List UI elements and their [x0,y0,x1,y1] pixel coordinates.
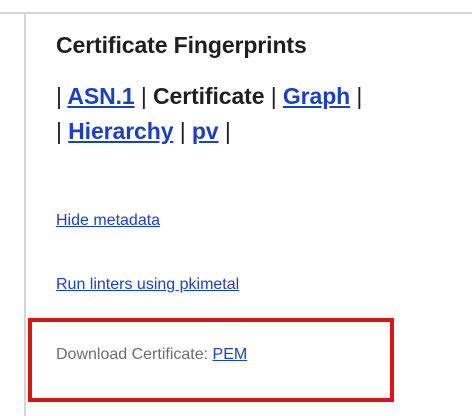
section-title: Certificate Fingerprints [56,32,307,58]
pem-download-link[interactable]: PEM [213,346,248,363]
download-label: Download Certificate: [56,346,209,363]
nav-separator: | [179,118,186,144]
nav-link-hierarchy[interactable]: Hierarchy [68,118,173,144]
top-divider [0,12,472,14]
nav-separator: | [270,83,277,109]
nav-link-graph[interactable]: Graph [283,83,350,109]
run-linters-link[interactable]: Run linters using pkimetal [56,276,239,294]
nav-separator: | [140,83,147,109]
nav-current-certificate: Certificate [153,83,265,109]
nav-separator: | [56,83,62,109]
nav-separator: | [356,83,363,109]
nav-separator: | [224,118,231,144]
nav-link-pv[interactable]: pv [192,118,219,144]
nav-separator: | [56,118,62,144]
hide-metadata-link[interactable]: Hide metadata [56,212,160,230]
view-nav-line-1: | ASN.1 | Certificate | Graph | [56,83,362,110]
certificate-panel: Certificate Fingerprints | ASN.1 | Certi… [0,0,472,416]
view-nav-line-2: | Hierarchy | pv | [56,118,231,145]
left-divider [24,14,26,416]
nav-link-asn1[interactable]: ASN.1 [67,83,134,109]
download-certificate-row: Download Certificate: PEM [56,346,247,364]
